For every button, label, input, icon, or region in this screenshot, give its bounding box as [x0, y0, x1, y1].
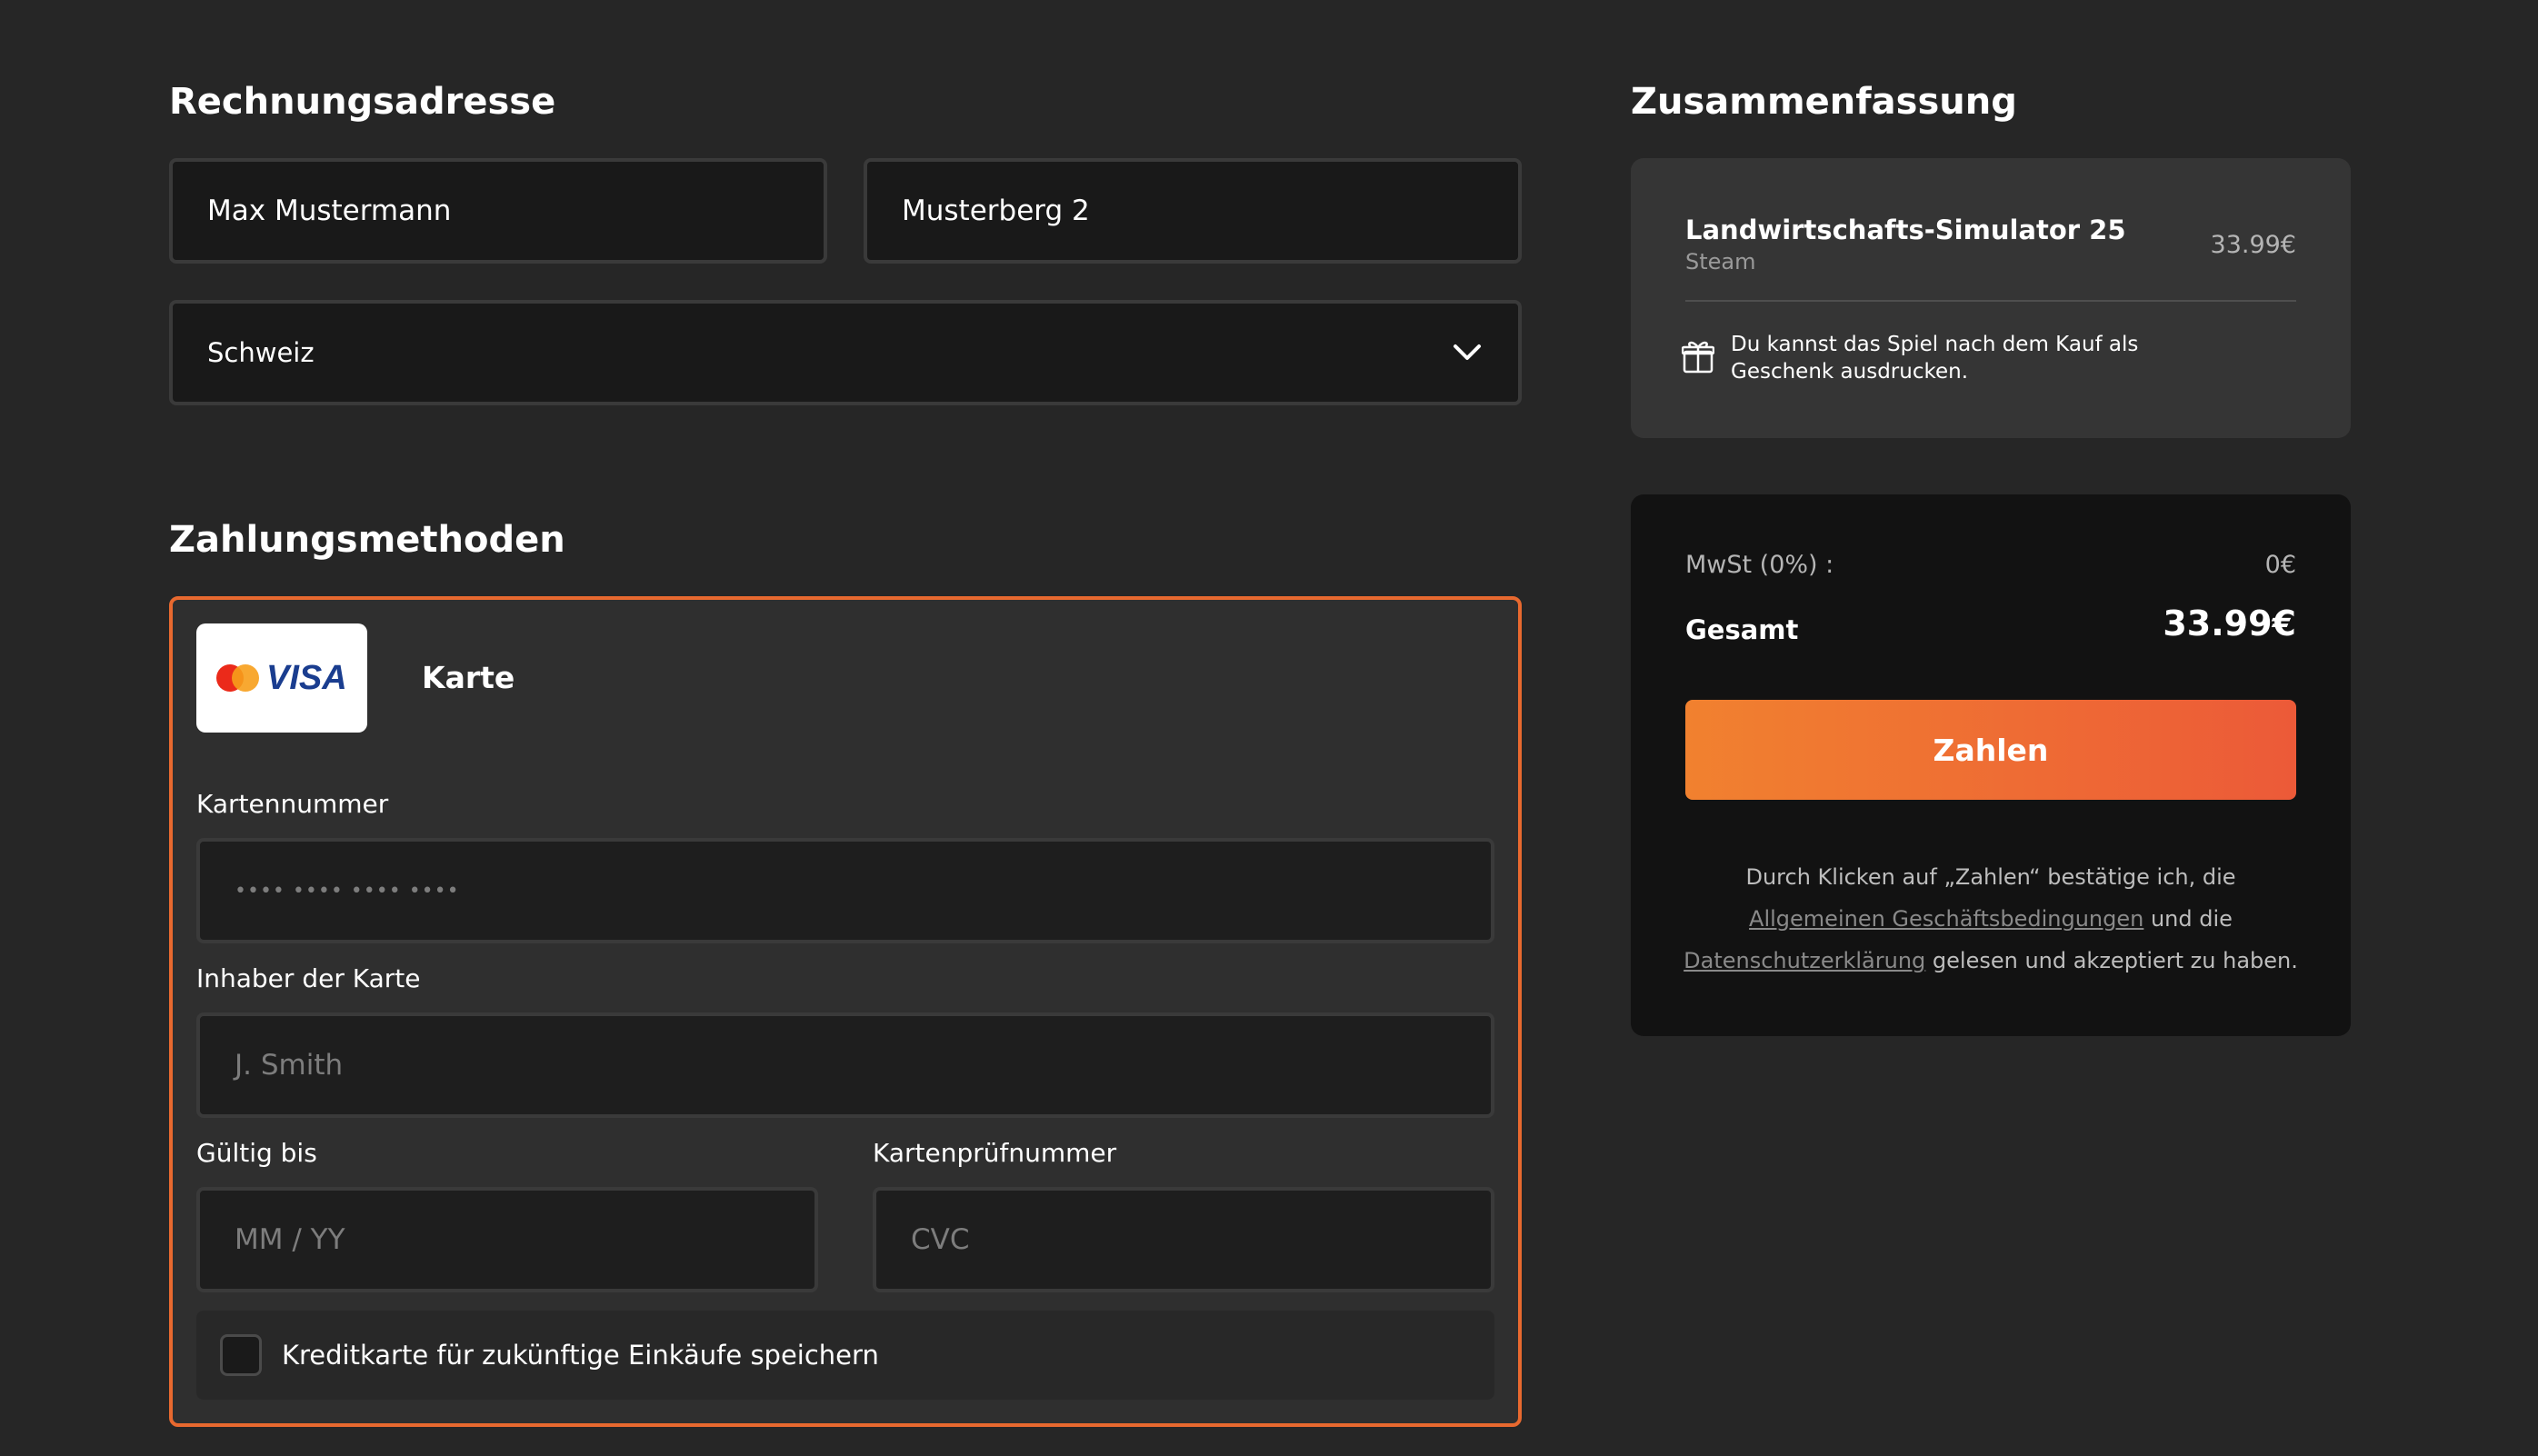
summary-title: Zusammenfassung [1631, 81, 2017, 123]
gift-icon [1681, 338, 1715, 374]
cvc-placeholder: CVC [911, 1223, 970, 1256]
save-card-row[interactable]: Kreditkarte für zukünftige Einkäufe spei… [196, 1311, 1494, 1400]
summary-divider [1685, 300, 2296, 302]
chevron-down-icon [1451, 336, 1484, 369]
terms-link[interactable]: Allgemeinen Geschäftsbedingungen [1749, 906, 2143, 932]
total-value: 33.99€ [2163, 603, 2296, 643]
card-number-label: Kartennummer [196, 789, 389, 819]
method-label: Karte [422, 660, 515, 695]
legal-notice: Durch Klicken auf „Zahlen“ bestätige ich… [1676, 856, 2305, 982]
card-brand-logo: VISA [196, 623, 367, 733]
product-platform: Steam [1685, 249, 1756, 274]
card-payment-panel[interactable] [169, 596, 1522, 1427]
street-field[interactable]: Musterberg 2 [864, 158, 1522, 264]
total-label: Gesamt [1685, 614, 1799, 645]
gift-note: Du kannst das Spiel nach dem Kauf als Ge… [1731, 333, 2139, 384]
expiry-input[interactable]: MM / YY [196, 1187, 818, 1292]
expiry-placeholder: MM / YY [235, 1223, 345, 1256]
card-number-input[interactable]: •••• •••• •••• •••• [196, 838, 1494, 943]
holder-label: Inhaber der Karte [196, 963, 421, 993]
name-field[interactable]: Max Mustermann [169, 158, 827, 264]
holder-placeholder: J. Smith [235, 1049, 344, 1082]
legal-middle: und die [2143, 906, 2233, 932]
save-card-label: Kreditkarte für zukünftige Einkäufe spei… [282, 1340, 879, 1371]
vat-value: 0€ [2264, 551, 2296, 579]
card-number-placeholder: •••• •••• •••• •••• [235, 879, 460, 903]
mastercard-icon: VISA [216, 659, 347, 697]
country-value: Schweiz [207, 337, 315, 368]
product-name: Landwirtschafts-Simulator 25 [1685, 214, 2126, 245]
holder-input[interactable]: J. Smith [196, 1012, 1494, 1118]
privacy-link[interactable]: Datenschutzerklärung [1684, 948, 1925, 973]
legal-prefix: Durch Klicken auf „Zahlen“ bestätige ich… [1745, 864, 2236, 890]
street-value: Musterberg 2 [902, 194, 1090, 227]
product-price: 33.99€ [2210, 231, 2296, 259]
billing-title: Rechnungsadresse [169, 81, 556, 123]
legal-suffix: gelesen und akzeptiert zu haben. [1925, 948, 2298, 973]
name-value: Max Mustermann [207, 194, 452, 227]
expiry-label: Gültig bis [196, 1138, 317, 1168]
cvc-label: Kartenprüfnummer [873, 1138, 1117, 1168]
cvc-input[interactable]: CVC [873, 1187, 1494, 1292]
visa-wordmark: VISA [266, 659, 347, 697]
country-select[interactable]: Schweiz [169, 300, 1522, 405]
payment-title: Zahlungsmethoden [169, 519, 565, 561]
vat-label: MwSt (0%) : [1685, 551, 1834, 579]
save-card-checkbox[interactable] [220, 1334, 262, 1376]
order-summary-card [1631, 158, 2351, 438]
pay-button[interactable]: Zahlen [1685, 700, 2296, 800]
